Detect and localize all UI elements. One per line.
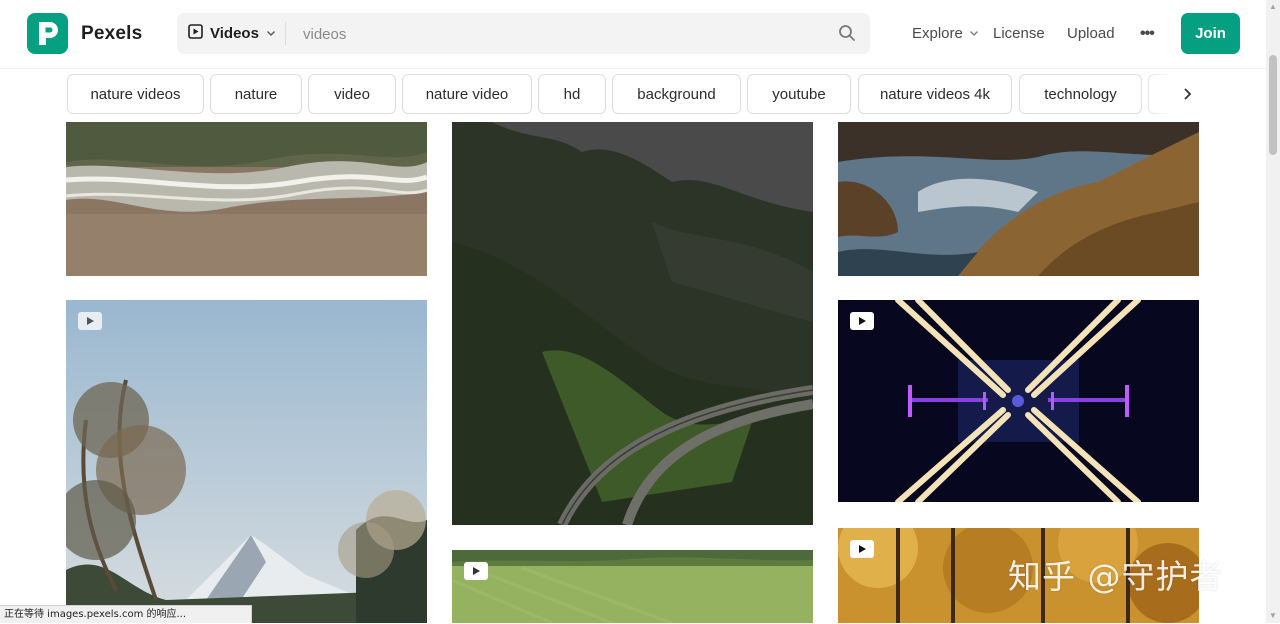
video-tile-mountain-highway[interactable]	[452, 122, 813, 525]
chip-youtube[interactable]: youtube	[747, 74, 851, 114]
beach-aerial-image	[66, 122, 427, 276]
search-bar: Videos	[177, 13, 870, 56]
video-tile-beach-waves[interactable]	[66, 122, 427, 276]
chip-nature-video[interactable]: nature video	[402, 74, 532, 114]
chip-hd[interactable]: hd	[538, 74, 606, 114]
chevron-down-icon	[969, 25, 979, 42]
video-tile-rocky-coast[interactable]	[838, 122, 1199, 276]
neon-tunnel-image	[838, 300, 1199, 502]
chip-nature-videos-4k[interactable]: nature videos 4k	[858, 74, 1012, 114]
green-field-image	[452, 550, 813, 623]
scroll-up-arrow-icon[interactable]: ▲	[1269, 2, 1277, 11]
logo-text[interactable]: Pexels	[81, 23, 142, 45]
search-input[interactable]	[301, 13, 825, 56]
video-badge-icon	[78, 312, 102, 330]
related-searches-bar: nature videos nature video nature video …	[0, 68, 1266, 122]
search-type-label: Videos	[210, 25, 259, 42]
search-type-dropdown[interactable]: Videos	[188, 13, 286, 54]
chip-technology[interactable]: technology	[1019, 74, 1142, 114]
browser-status-bar: 正在等待 images.pexels.com 的响应...	[0, 605, 252, 623]
search-divider	[285, 22, 286, 45]
nav-explore-label: Explore	[912, 25, 963, 42]
chevron-down-icon	[266, 25, 276, 43]
video-tile-mountain-trees[interactable]	[66, 300, 427, 623]
pexels-logo-icon[interactable]	[27, 13, 68, 54]
chip-nature[interactable]: nature	[210, 74, 302, 114]
scrollbar-thumb[interactable]	[1269, 55, 1277, 155]
chevron-right-icon[interactable]	[1182, 87, 1192, 106]
video-badge-icon	[850, 540, 874, 558]
video-badge-icon	[850, 312, 874, 330]
chip-background[interactable]: background	[612, 74, 741, 114]
video-tile-neon-tunnel[interactable]	[838, 300, 1199, 502]
mountain-highway-image	[452, 122, 813, 525]
chip-nature-videos[interactable]: nature videos	[67, 74, 204, 114]
page-scrollbar[interactable]: ▲ ▼	[1266, 0, 1280, 623]
more-options-icon[interactable]: •••	[1140, 25, 1155, 43]
chip-video[interactable]: video	[308, 74, 396, 114]
top-navbar: Pexels Videos Explore	[0, 0, 1266, 69]
nav-explore[interactable]: Explore	[912, 25, 979, 42]
watermark: 知乎 @守护者	[1008, 557, 1224, 596]
nav-upload[interactable]: Upload	[1067, 25, 1115, 42]
search-icon[interactable]	[838, 24, 856, 47]
nav-license[interactable]: License	[993, 25, 1045, 42]
video-badge-icon	[464, 562, 488, 580]
scroll-down-arrow-icon[interactable]: ▼	[1269, 611, 1277, 620]
join-button[interactable]: Join	[1181, 13, 1240, 54]
video-type-icon	[188, 23, 203, 44]
video-tile-green-field[interactable]	[452, 550, 813, 623]
mountain-trees-image	[66, 300, 427, 623]
rocky-coast-image	[838, 122, 1199, 276]
